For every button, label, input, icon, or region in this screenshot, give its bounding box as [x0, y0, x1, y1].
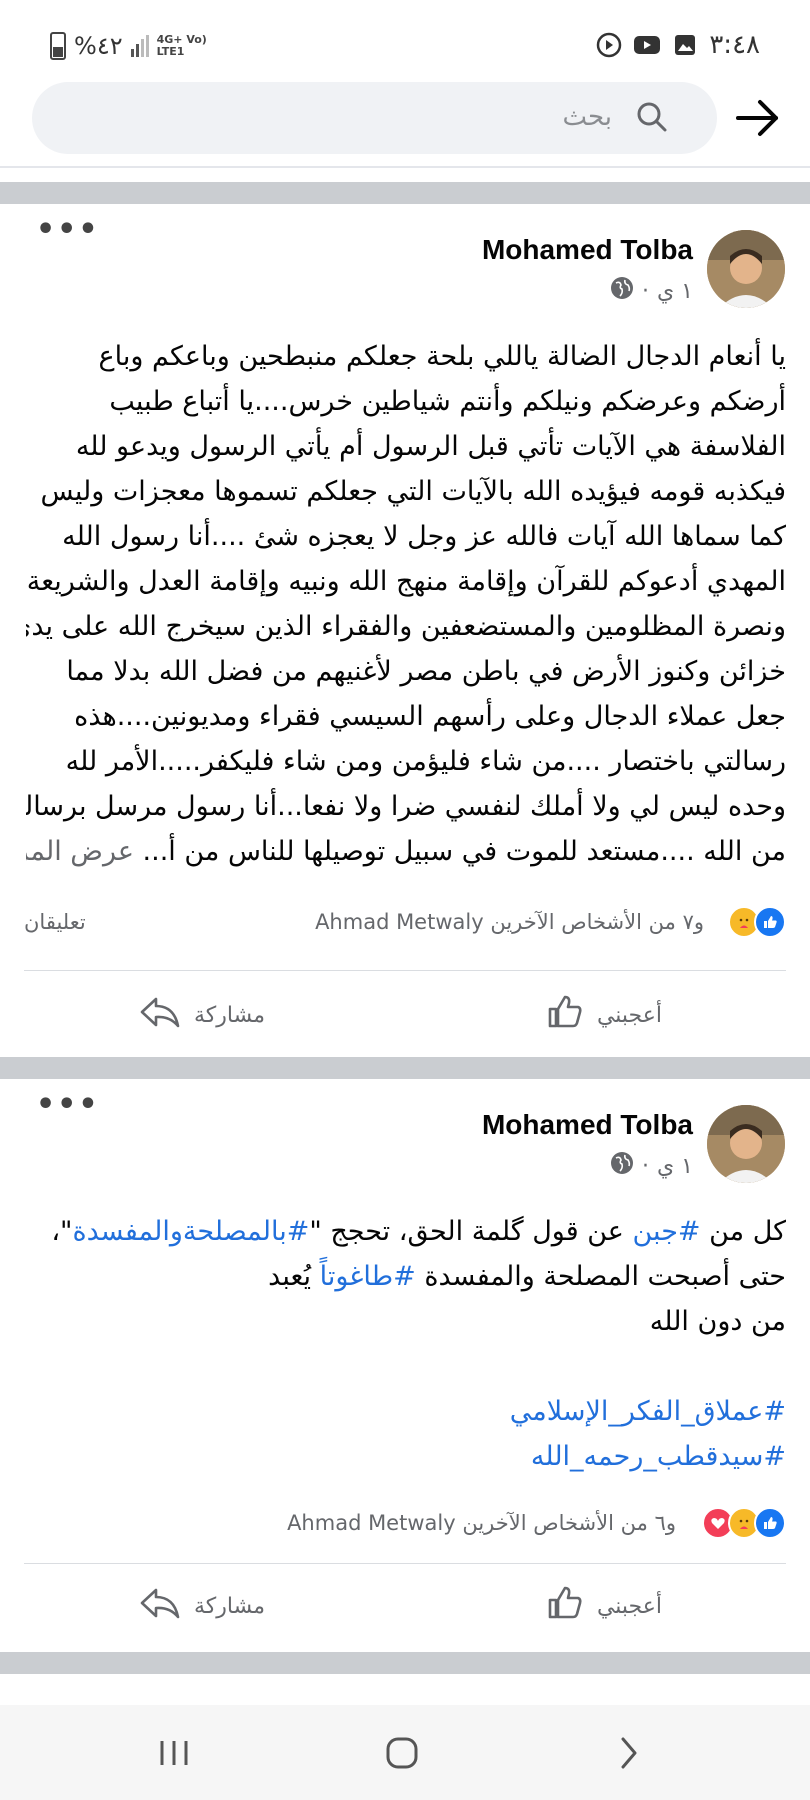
share-icon [138, 992, 182, 1038]
text-segment: يُعبد [268, 1261, 320, 1292]
text-line: كل من #جبن عن قول گلمة الحق، تحجج "#بالم… [26, 1209, 786, 1254]
like-label: أعجبني [596, 1002, 662, 1028]
text-line: من الله ....مستعد للموت في سبيل توصيلها … [142, 836, 786, 867]
hashtag-link[interactable]: #جبن [633, 1216, 701, 1247]
more-icon[interactable]: ••• [36, 1087, 100, 1122]
like-icon [545, 992, 585, 1038]
text-segment: عن قول گلمة الحق، تحجج " [309, 1216, 633, 1247]
recents-icon[interactable] [152, 1731, 196, 1775]
reaction-icons [702, 1507, 786, 1539]
reaction-summary[interactable]: Ahmad Metwaly و٦ من الأشخاص الآخرين [24, 1505, 786, 1545]
more-icon[interactable]: ••• [36, 212, 100, 247]
status-right: ٣:٤٨ [595, 30, 760, 60]
post-card: Mohamed Tolba · ١ ي ••• يا أنعام الدجال … [0, 204, 810, 1056]
text-line: ونصرة المظلومين والمستضعفين والفقراء الذ… [26, 611, 786, 642]
text-line: وحده ليس لي ولا أملك لنفسي ضرا ولا نفعا.… [26, 791, 786, 822]
text-line: #عملاق_الفكر_الإسلامي [26, 1389, 786, 1434]
text-line: من دون الله [649, 1306, 786, 1337]
text-line: حتى أصبحت المصلحة والمفسدة #طاغوتاً يُعب… [26, 1254, 786, 1299]
search-row: بحث [0, 80, 810, 158]
share-label: مشاركة [193, 1002, 265, 1028]
like-button[interactable]: أعجبني [545, 980, 662, 1050]
like-label: أعجبني [596, 1593, 662, 1619]
feed-separator [0, 1652, 810, 1674]
reaction-count: Ahmad Metwaly و٦ من الأشخاص الآخرين [287, 1511, 676, 1535]
hashtag-link[interactable]: #سيدقطب_رحمه_الله [531, 1441, 786, 1472]
text-segment: "، [51, 1216, 73, 1247]
post-meta: · ١ ي [610, 1151, 693, 1181]
post-card: Mohamed Tolba · ١ ي ••• كل من #جبن عن قو… [0, 1079, 810, 1651]
post-meta: · ١ ي [610, 276, 693, 306]
share-button[interactable]: مشاركة [138, 1571, 265, 1641]
like-icon [545, 1583, 585, 1629]
post-text: يا أنعام الدجال الضالة ياللي بلحة جعلكم … [26, 334, 786, 874]
share-label: مشاركة [193, 1593, 265, 1619]
post-divider [24, 970, 786, 971]
text-segment: حتى أصبحت المصلحة والمفسدة [415, 1261, 786, 1292]
text-line: كما سماها الله آيات فالله عز وجل لا يعجز… [62, 521, 786, 552]
status-bar: %٤٢ 4G+ Vo) LTE1 ٣:٤٨ [0, 0, 810, 70]
globe-icon [610, 1151, 634, 1181]
post-divider [24, 1563, 786, 1564]
avatar[interactable] [707, 1105, 785, 1183]
gallery-icon [671, 33, 699, 57]
text-line: يا أنعام الدجال الضالة ياللي بلحة جعلكم … [98, 341, 786, 372]
meta-dot: · [641, 278, 649, 304]
post-actions: أعجبني مشاركة [0, 1571, 810, 1641]
clock: ٣:٤٨ [709, 30, 760, 60]
post-time[interactable]: ١ ي [657, 1154, 693, 1179]
reaction-icons [728, 906, 786, 938]
search-icon [635, 100, 669, 138]
system-nav-bar [0, 1705, 810, 1800]
see-more-link[interactable]: عرض المزيد [26, 836, 134, 867]
like-button[interactable]: أعجبني [545, 1571, 662, 1641]
text-line-last: من الله ....مستعد للموت في سبيل توصيلها … [26, 829, 786, 874]
share-icon [138, 1583, 182, 1629]
post-actions: أعجبني مشاركة [0, 980, 810, 1050]
text-line: فيكذبه قومه فيؤيده الله بالآيات التي جعل… [40, 476, 786, 507]
battery-level: %٤٢ [74, 32, 123, 60]
post-author[interactable]: Mohamed Tolba [482, 234, 693, 266]
back-nav-icon[interactable] [606, 1731, 650, 1775]
comments-count[interactable]: تعليقان [24, 910, 86, 934]
text-segment: كل من [700, 1216, 786, 1247]
like-reaction-icon [754, 906, 786, 938]
network-indicator: 4G+ Vo) LTE1 [156, 33, 207, 58]
post-author[interactable]: Mohamed Tolba [482, 1109, 693, 1141]
back-arrow-icon[interactable] [732, 94, 782, 142]
meta-dot: · [641, 1153, 649, 1179]
hashtag-link[interactable]: #بالمصلحةوالمفسدة [72, 1216, 309, 1247]
next-post-peek [0, 1674, 810, 1705]
search-input[interactable]: بحث [32, 82, 717, 154]
hashtag-link[interactable]: #طاغوتاً [320, 1261, 416, 1292]
search-placeholder: بحث [562, 102, 612, 132]
text-line: #سيدقطب_رحمه_الله [26, 1434, 786, 1479]
reaction-count: Ahmad Metwaly و٧ من الأشخاص الآخرين [315, 910, 704, 934]
globe-icon [610, 276, 634, 306]
signal-icon [130, 35, 149, 57]
avatar[interactable] [707, 230, 785, 308]
post-time[interactable]: ١ ي [657, 279, 693, 304]
feed-separator [0, 1057, 810, 1079]
text-line: خزائن وكنوز الأرض في باطن مصر لأغنيهم من… [66, 656, 786, 687]
status-left: %٤٢ 4G+ Vo) LTE1 [50, 32, 237, 60]
reaction-summary[interactable]: Ahmad Metwaly و٧ من الأشخاص الآخرين تعلي… [24, 904, 786, 944]
share-button[interactable]: مشاركة [138, 980, 265, 1050]
text-line: أرضكم وعرضكم ونيلكم وأنتم شياطين خرس....… [109, 386, 786, 417]
feed-separator [0, 182, 810, 204]
data-saver-icon [595, 32, 623, 58]
text-line: المهدي أدعوكم للقرآن وإقامة منهج الله ون… [26, 566, 786, 597]
text-line: الفلاسفة هي الآيات تأتي قبل الرسول أم يأ… [75, 431, 786, 462]
header-divider [0, 166, 810, 168]
home-icon[interactable] [380, 1731, 424, 1775]
text-line: رسالتي باختصار ....من شاء فليؤمن ومن شاء… [65, 746, 786, 777]
like-reaction-icon [754, 1507, 786, 1539]
hashtag-link[interactable]: #عملاق_الفكر_الإسلامي [510, 1396, 786, 1427]
text-line: جعل عملاء الدجال وعلى رأسهم السيسي فقراء… [74, 701, 786, 732]
youtube-icon [633, 33, 661, 57]
battery-icon [50, 32, 66, 60]
post-text: كل من #جبن عن قول گلمة الحق، تحجج "#بالم… [26, 1209, 786, 1479]
